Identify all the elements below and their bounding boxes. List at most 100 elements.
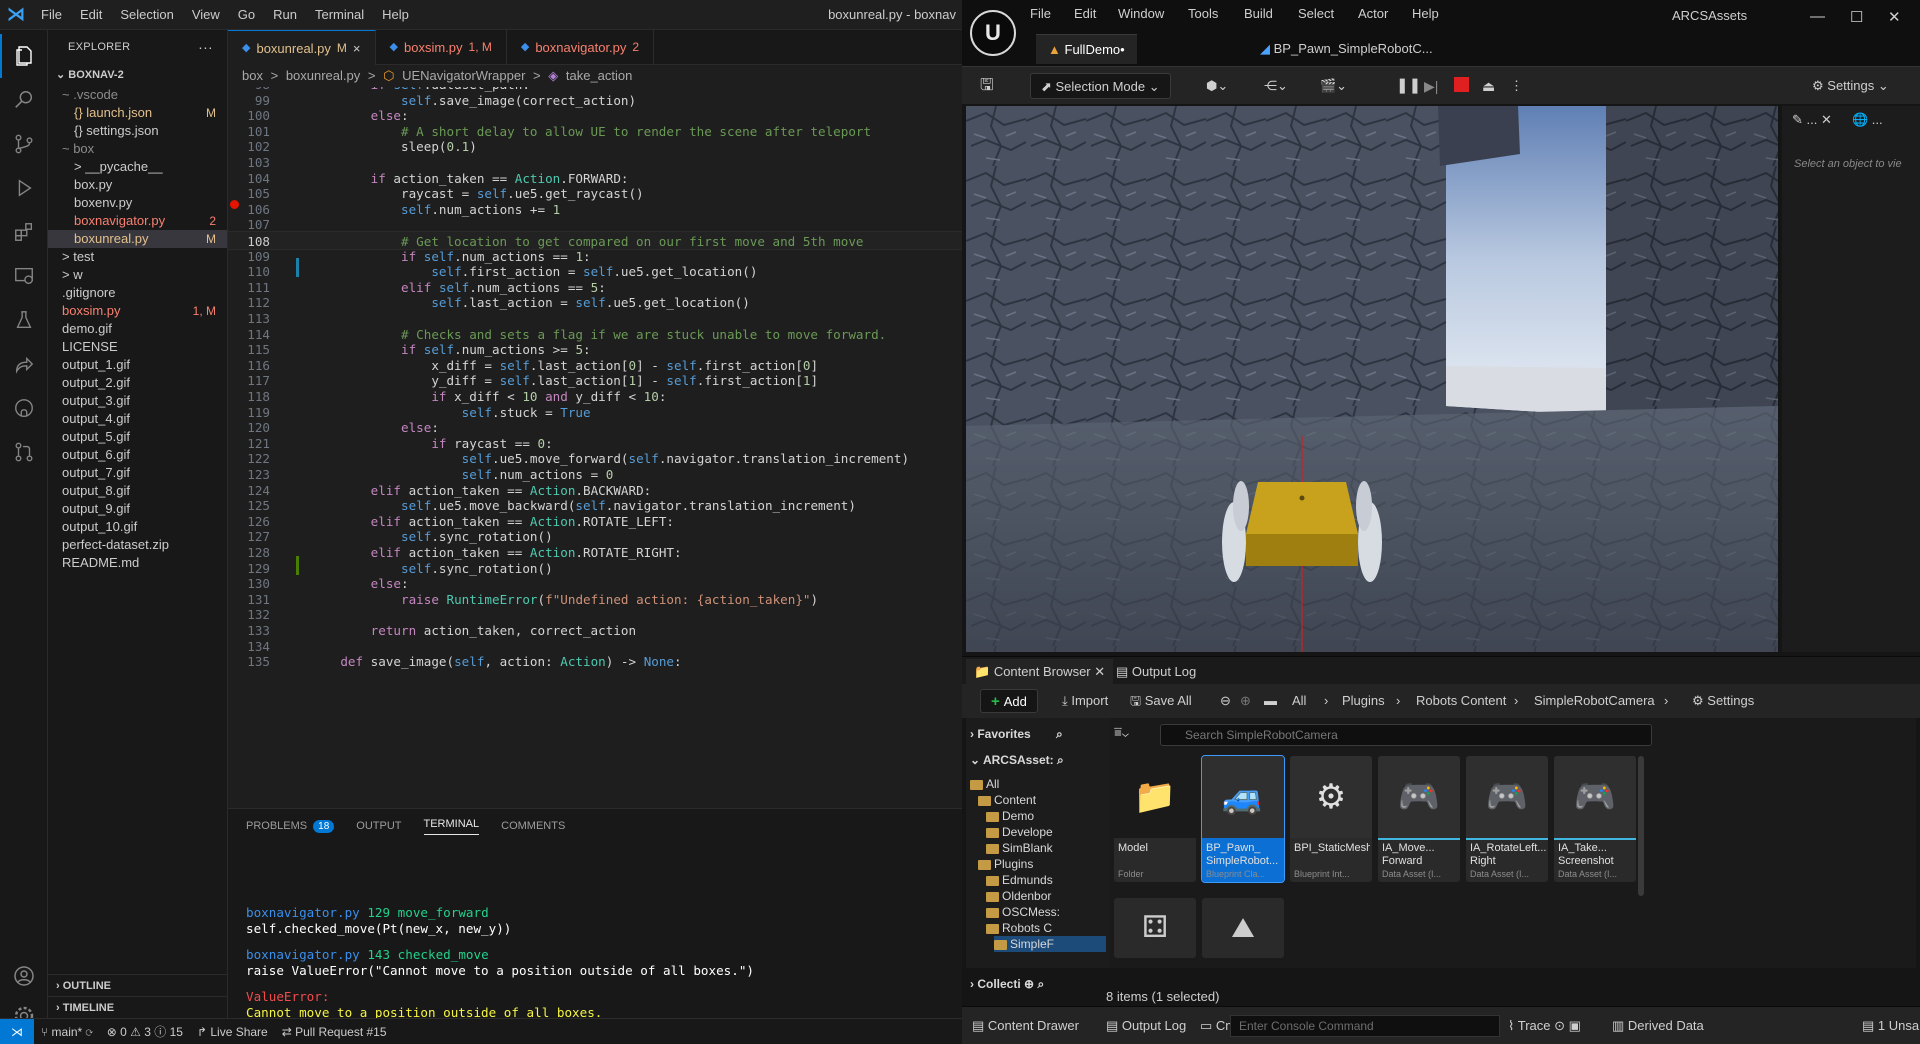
explorer-item[interactable]: boxunreal.py M	[48, 230, 227, 248]
explorer-root[interactable]: ⌄ BOXNAV-2	[48, 64, 227, 86]
explorer-item[interactable]: output_7.gif	[48, 464, 227, 482]
folder-tree-item[interactable]: Content	[978, 792, 1106, 808]
files-icon[interactable]	[0, 34, 48, 78]
pull-requests-icon[interactable]	[0, 430, 48, 474]
more-actions-icon[interactable]: ···	[198, 39, 213, 55]
close-icon[interactable]: ✕	[1094, 664, 1105, 679]
tab-bp-pawn[interactable]: ◢ BP_Pawn_SimpleRobotC...	[1248, 34, 1445, 64]
run-debug-icon[interactable]	[0, 166, 48, 210]
ue-menu-tools[interactable]: Tools	[1188, 6, 1218, 21]
unsaved-button[interactable]: ▤ 1 Unsa	[1862, 1015, 1919, 1037]
extensions-icon[interactable]	[0, 210, 48, 254]
branch-indicator[interactable]: ⑂ main* ⟳	[34, 1025, 100, 1039]
explorer-item[interactable]: box.py	[48, 176, 227, 194]
asset-texture-icon[interactable]: ⛰	[1202, 898, 1284, 958]
breadcrumb-item[interactable]: UENavigatorWrapper	[402, 68, 525, 83]
live-share-button[interactable]: ↱ Live Share	[190, 1025, 275, 1039]
path-all[interactable]: All	[1292, 689, 1306, 713]
tab-boxunreal[interactable]: ◆ boxunreal.py M ×	[228, 30, 376, 65]
tab-comments[interactable]: COMMENTS	[501, 820, 565, 832]
problems-indicator[interactable]: ⊗ 0 ⚠ 3 ⓘ 15	[100, 1023, 190, 1040]
testing-icon[interactable]	[0, 298, 48, 342]
minimize-icon[interactable]: —	[1810, 8, 1825, 25]
output-log-button[interactable]: ▤ Output Log	[1106, 1015, 1186, 1037]
folder-tree-item[interactable]: Demo	[986, 808, 1106, 824]
explorer-item[interactable]: boxnavigator.py 2	[48, 212, 227, 230]
explorer-item[interactable]: output_1.gif	[48, 356, 227, 374]
trace-button[interactable]: ⌇ Trace ⊙ ▣	[1508, 1015, 1581, 1037]
explorer-item[interactable]: > w	[48, 266, 227, 284]
close-icon[interactable]: ×	[353, 31, 361, 66]
breadcrumb-item[interactable]: take_action	[566, 68, 633, 83]
explorer-item[interactable]: output_8.gif	[48, 482, 227, 500]
maximize-icon[interactable]: ☐	[1850, 8, 1863, 26]
explorer-item[interactable]: .gitignore	[48, 284, 227, 302]
folder-tree-item[interactable]: Robots C	[986, 920, 1106, 936]
asset-scrollbar[interactable]	[1638, 756, 1644, 896]
github-icon[interactable]	[0, 386, 48, 430]
save-all-button[interactable]: 🖫 Save All	[1130, 689, 1192, 713]
add-actor-icon[interactable]: ⬢⌄	[1206, 73, 1228, 99]
asset-tile[interactable]: 🎮 IA_Take... Screenshot Data Asset (I...	[1554, 756, 1636, 882]
explorer-item[interactable]: output_9.gif	[48, 500, 227, 518]
stop-icon[interactable]	[1454, 77, 1469, 92]
tab-output-log[interactable]: ▤ Output Log	[1108, 659, 1204, 685]
explorer-item[interactable]: output_4.gif	[48, 410, 227, 428]
more-options-icon[interactable]: ⋮	[1510, 73, 1523, 99]
ue-menu-edit[interactable]: Edit	[1074, 6, 1096, 21]
explorer-item[interactable]: {} launch.json M	[48, 104, 227, 122]
menu-help[interactable]: Help	[373, 0, 418, 30]
ue-menu-window[interactable]: Window	[1118, 6, 1164, 21]
level-viewport[interactable]	[966, 106, 1778, 652]
tab-boxnavigator[interactable]: ◆ boxnavigator.py 2	[507, 30, 655, 65]
ue-menu-build[interactable]: Build	[1244, 6, 1273, 21]
world-settings-tab[interactable]: 🌐 ...	[1852, 112, 1883, 128]
filter-icon[interactable]: ⩸⌄	[1114, 724, 1129, 740]
explorer-item[interactable]: output_5.gif	[48, 428, 227, 446]
live-share-icon[interactable]	[0, 342, 48, 386]
folder-tree-item[interactable]: Plugins	[978, 856, 1106, 872]
search-icon[interactable]: ⌕	[1056, 727, 1063, 741]
explorer-item[interactable]: boxsim.py 1, M	[48, 302, 227, 320]
folder-tree-item[interactable]: Oldenbor	[986, 888, 1106, 904]
menu-go[interactable]: Go	[229, 0, 264, 30]
explorer-item[interactable]: demo.gif	[48, 320, 227, 338]
source-control-icon[interactable]	[0, 122, 48, 166]
folder-tree-item[interactable]: SimpleF	[994, 936, 1106, 952]
asset-tile[interactable]: ⚙ BPI_StaticMesh Blueprint Int...	[1290, 756, 1372, 882]
asset-tile[interactable]: 🎮 IA_RotateLeft... Right Data Asset (I...	[1466, 756, 1548, 882]
menu-terminal[interactable]: Terminal	[306, 0, 373, 30]
ue-menu-help[interactable]: Help	[1412, 6, 1439, 21]
path-simplerobotcamera[interactable]: SimpleRobotCamera	[1534, 689, 1655, 713]
folder-tree-item[interactable]: All	[970, 776, 1106, 792]
search-icon[interactable]: ⌕	[1037, 977, 1044, 991]
asset-tile[interactable]: 📁 Model Folder	[1114, 756, 1196, 882]
tab-output[interactable]: OUTPUT	[356, 820, 401, 832]
search-icon[interactable]	[0, 78, 48, 122]
forward-icon[interactable]: ⊕	[1240, 689, 1251, 713]
remote-explorer-icon[interactable]	[0, 254, 48, 298]
explorer-item[interactable]: output_10.gif	[48, 518, 227, 536]
folder-tree-item[interactable]: Develope	[986, 824, 1106, 840]
explorer-item[interactable]: output_6.gif	[48, 446, 227, 464]
back-icon[interactable]: ⊖	[1220, 689, 1231, 713]
breakpoint-icon[interactable]	[230, 200, 239, 209]
code-editor[interactable]: 98 if self.dataset_path:99 self.save_ima…	[228, 87, 962, 802]
ue-menu-file[interactable]: File	[1030, 6, 1051, 21]
remote-indicator-icon[interactable]: ⋊	[0, 1018, 34, 1044]
derived-data-button[interactable]: ▥ Derived Data	[1612, 1015, 1704, 1037]
eject-icon[interactable]: ⏏	[1482, 73, 1495, 99]
path-plugins[interactable]: Plugins	[1342, 689, 1385, 713]
add-button[interactable]: + Add	[980, 689, 1038, 713]
explorer-item[interactable]: output_3.gif	[48, 392, 227, 410]
tab-boxsim[interactable]: ◆ boxsim.py 1, M	[376, 30, 507, 65]
path-robots-content[interactable]: Robots Content	[1416, 689, 1506, 713]
menu-run[interactable]: Run	[264, 0, 306, 30]
explorer-item[interactable]: LICENSE	[48, 338, 227, 356]
outline-section[interactable]: › OUTLINE	[48, 974, 227, 996]
explorer-item[interactable]: README.md	[48, 554, 227, 572]
step-icon[interactable]: ▶|	[1424, 73, 1438, 99]
close-window-icon[interactable]: ✕	[1888, 8, 1901, 26]
asset-tile[interactable]: 🚙 BP_Pawn_ SimpleRobot... Blueprint Cla...	[1201, 755, 1285, 883]
timeline-section[interactable]: › TIMELINE	[48, 996, 227, 1018]
